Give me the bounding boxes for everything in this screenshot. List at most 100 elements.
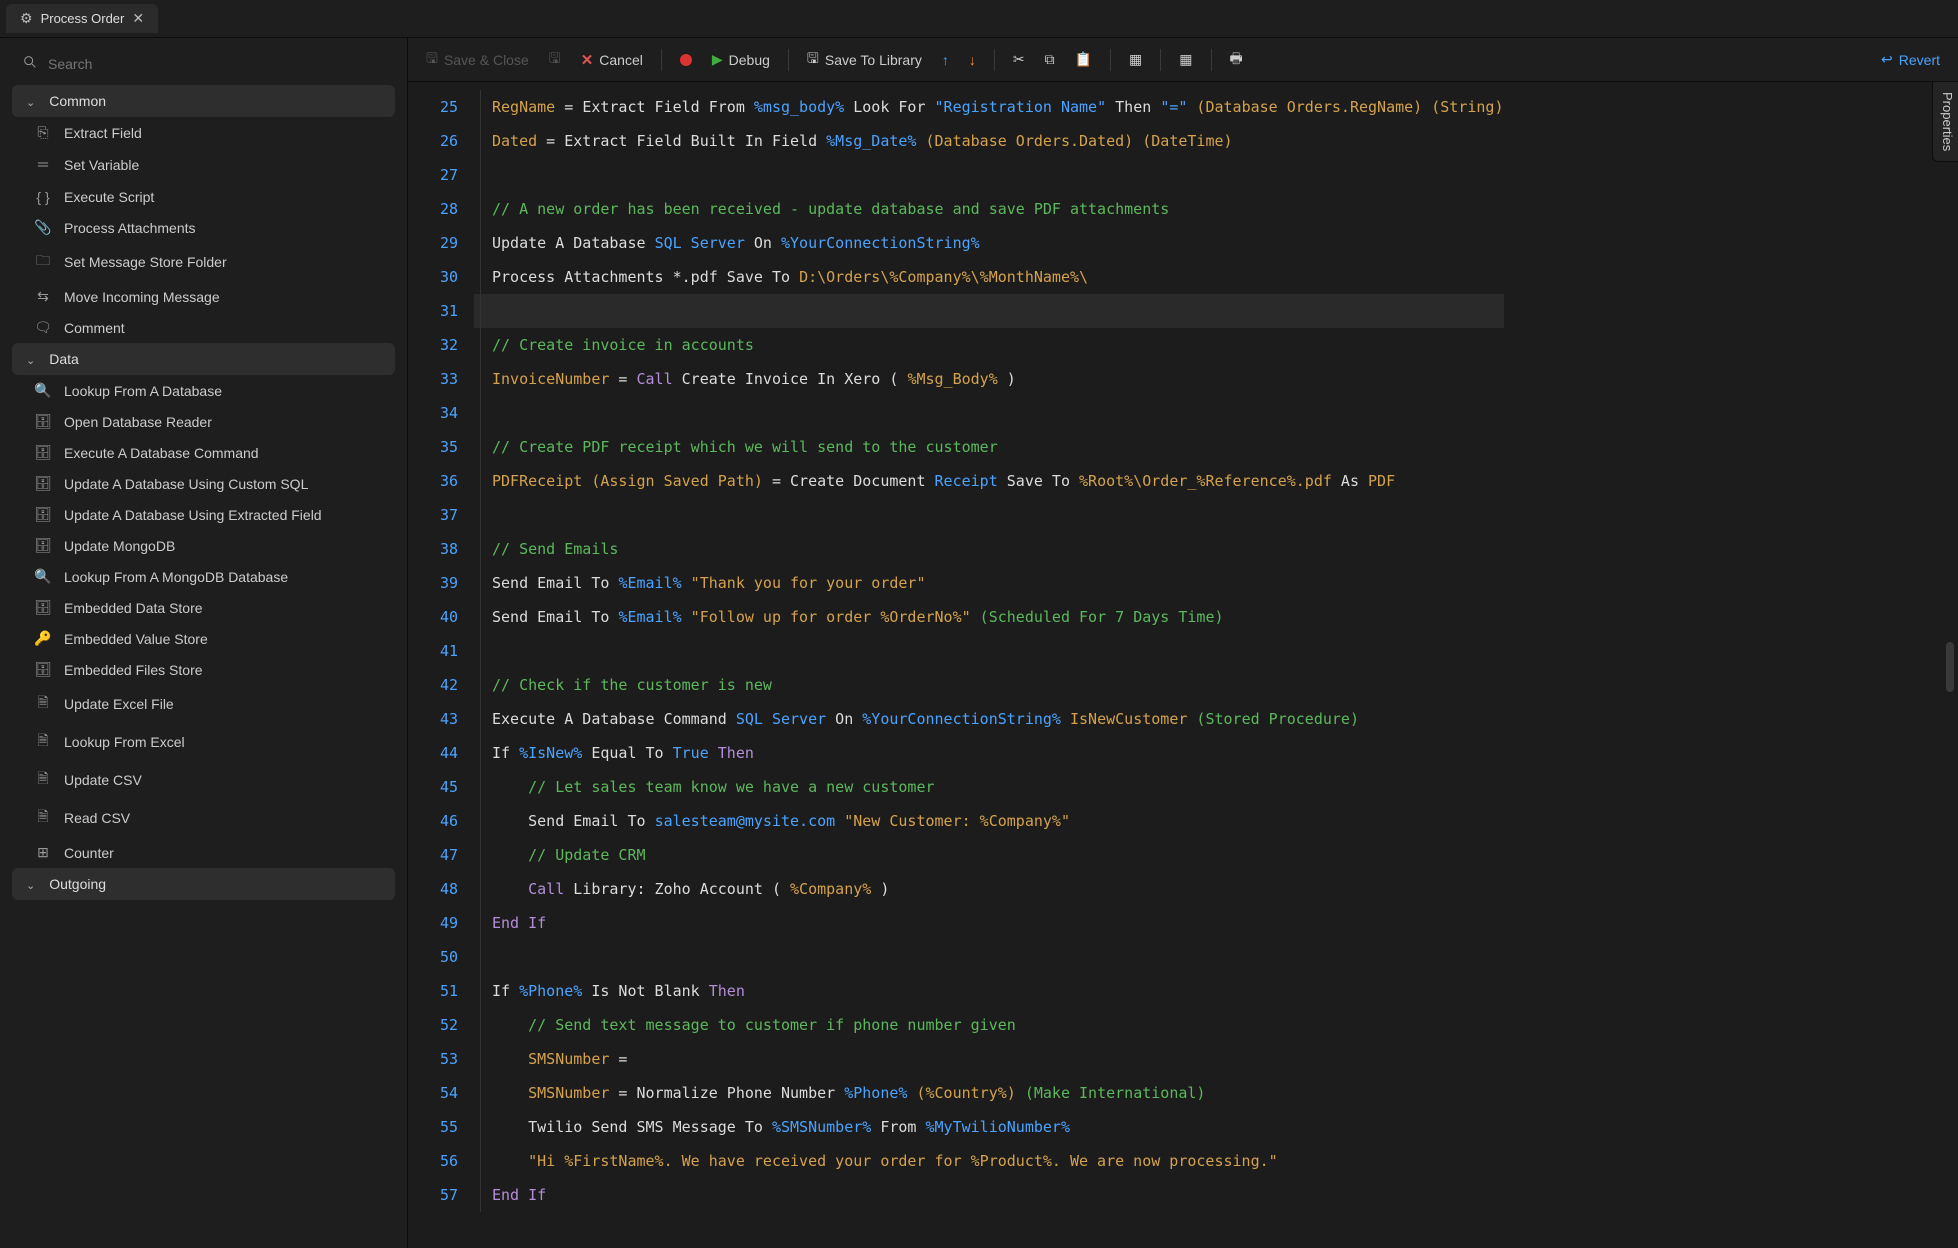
sidebar-item[interactable]: 🗄Execute A Database Command <box>12 437 395 468</box>
print-icon: 🖶 <box>1230 48 1243 72</box>
group-header-common[interactable]: ⌃ Common <box>12 85 395 117</box>
code-line[interactable]: Send Email To %Email% "Thank you for you… <box>474 566 1504 600</box>
code-line[interactable]: // Let sales team know we have a new cus… <box>474 770 1504 804</box>
move-up-button[interactable]: ↑ <box>934 48 957 72</box>
code-line[interactable]: If %IsNew% Equal To True Then <box>474 736 1504 770</box>
record-button[interactable] <box>672 50 700 70</box>
code-line[interactable]: Process Attachments *.pdf Save To D:\Ord… <box>474 260 1504 294</box>
code-line[interactable]: Execute A Database Command SQL Server On… <box>474 702 1504 736</box>
sidebar-item[interactable]: 🗎Update Excel File <box>12 685 395 723</box>
sidebar-item-label: Open Database Reader <box>64 414 212 430</box>
debug-button[interactable]: ▶ Debug <box>704 47 778 72</box>
group-label: Common <box>49 93 106 109</box>
code-line[interactable]: SMSNumber = <box>474 1042 1504 1076</box>
code-line[interactable] <box>474 498 1504 532</box>
scrollbar-thumb[interactable] <box>1946 642 1954 692</box>
sidebar-item[interactable]: 🗄Embedded Data Store <box>12 592 395 623</box>
sidebar-item[interactable]: 🗄Update MongoDB <box>12 530 395 561</box>
cancel-button[interactable]: ✕ Cancel <box>573 47 651 73</box>
sidebar-item-label: Embedded Data Store <box>64 600 203 616</box>
code-line[interactable]: Dated = Extract Field Built In Field %Ms… <box>474 124 1504 158</box>
search-icon: 🔍 <box>34 568 52 585</box>
close-icon[interactable]: ✕ <box>132 10 144 27</box>
sidebar-item-label: Update CSV <box>64 772 142 788</box>
code-line[interactable]: // Send Emails <box>474 532 1504 566</box>
sidebar-item[interactable]: ⎘Extract Field <box>12 117 395 148</box>
code-line[interactable]: // Update CRM <box>474 838 1504 872</box>
code-line[interactable]: If %Phone% Is Not Blank Then <box>474 974 1504 1008</box>
tool2-button[interactable]: ▦ <box>1171 47 1200 72</box>
sidebar-item-label: Update MongoDB <box>64 538 175 554</box>
sidebar-item[interactable]: 🗎Update CSV <box>12 761 395 799</box>
sidebar-item[interactable]: 🗄Embedded Files Store <box>12 654 395 685</box>
sidebar-item[interactable]: ⊞Counter <box>12 837 395 868</box>
sidebar-item[interactable]: 🔍Lookup From A Database <box>12 375 395 406</box>
save-close-button[interactable]: 🖫 Save & Close <box>418 44 537 76</box>
search-input[interactable] <box>48 56 385 72</box>
tab-process-order[interactable]: ⚙ Process Order ✕ <box>6 4 158 33</box>
sidebar-item-label: Update A Database Using Extracted Field <box>64 507 322 523</box>
code-line[interactable]: End If <box>474 906 1504 940</box>
code-line[interactable]: "Hi %FirstName%. We have received your o… <box>474 1144 1504 1178</box>
sidebar-item[interactable]: 📎Process Attachments <box>12 212 395 243</box>
code-line[interactable] <box>474 158 1504 192</box>
paperclip-icon: 📎 <box>34 219 52 236</box>
code-line[interactable]: // Create PDF receipt which we will send… <box>474 430 1504 464</box>
search-row[interactable] <box>12 48 395 79</box>
code-line[interactable]: PDFReceipt (Assign Saved Path) = Create … <box>474 464 1504 498</box>
paste-button[interactable]: 📋 <box>1067 47 1100 72</box>
code-editor[interactable]: 2526272829303132333435363738394041424344… <box>408 82 1958 1248</box>
code-line[interactable]: Send Email To salesteam@mysite.com "New … <box>474 804 1504 838</box>
code-lines[interactable]: RegName = Extract Field From %msg_body% … <box>470 82 1504 1248</box>
code-line[interactable]: Call Library: Zoho Account ( %Company% ) <box>474 872 1504 906</box>
code-line[interactable]: Update A Database SQL Server On %YourCon… <box>474 226 1504 260</box>
code-line[interactable]: // Check if the customer is new <box>474 668 1504 702</box>
save-library-button[interactable]: 🖫 Save To Library <box>799 44 930 76</box>
sidebar-item[interactable]: 🗎Lookup From Excel <box>12 723 395 761</box>
code-line[interactable]: End If <box>474 1178 1504 1212</box>
tool1-button[interactable]: ▦ <box>1121 47 1150 72</box>
clipboard-icon: 📋 <box>1075 51 1092 68</box>
code-line[interactable] <box>474 940 1504 974</box>
sidebar-item[interactable]: 🔍Lookup From A MongoDB Database <box>12 561 395 592</box>
group-header-outgoing[interactable]: ⌃Outgoing <box>12 868 395 900</box>
code-line[interactable] <box>474 634 1504 668</box>
database-icon: 🗄 <box>34 444 52 461</box>
sidebar-item[interactable]: ⇆Move Incoming Message <box>12 281 395 312</box>
cut-button[interactable]: ✂ <box>1005 47 1033 72</box>
code-line[interactable] <box>474 294 1504 328</box>
comment-icon: 🗨 <box>34 319 52 336</box>
group-header-data[interactable]: ⌃Data <box>12 343 395 375</box>
sidebar-item[interactable]: 🗄Update A Database Using Extracted Field <box>12 499 395 530</box>
sidebar-item[interactable]: 🗄Update A Database Using Custom SQL <box>12 468 395 499</box>
print-button[interactable]: 🖶 <box>1222 44 1251 76</box>
sidebar-item[interactable]: 🗀Set Message Store Folder <box>12 243 395 281</box>
sidebar-item[interactable]: { }Execute Script <box>12 182 395 212</box>
code-line[interactable]: RegName = Extract Field From %msg_body% … <box>474 90 1504 124</box>
move-down-button[interactable]: ↓ <box>961 48 984 72</box>
search-icon: 🔍 <box>34 382 52 399</box>
x-icon: ✕ <box>581 51 594 69</box>
sidebar-item[interactable]: 🗄Open Database Reader <box>12 406 395 437</box>
revert-button[interactable]: ↩ Revert <box>1873 47 1948 72</box>
code-line[interactable]: Twilio Send SMS Message To %SMSNumber% F… <box>474 1110 1504 1144</box>
copy-button[interactable]: ⧉ <box>1037 47 1063 72</box>
chevron-down-icon: ⌃ <box>26 95 35 108</box>
sidebar-item[interactable]: 🗨Comment <box>12 312 395 343</box>
folder-icon: 🗀 <box>34 250 52 274</box>
code-line[interactable] <box>474 396 1504 430</box>
code-line[interactable]: // A new order has been received - updat… <box>474 192 1504 226</box>
save-button[interactable]: 🖫 <box>541 44 569 76</box>
sidebar-item[interactable]: 🔑Embedded Value Store <box>12 623 395 654</box>
code-line[interactable]: InvoiceNumber = Call Create Invoice In X… <box>474 362 1504 396</box>
code-line[interactable]: // Send text message to customer if phon… <box>474 1008 1504 1042</box>
sidebar-item[interactable]: ＝Set Variable <box>12 148 395 182</box>
sidebar-item[interactable]: 🗎Read CSV <box>12 799 395 837</box>
revert-icon: ↩ <box>1881 51 1893 68</box>
code-line[interactable]: SMSNumber = Normalize Phone Number %Phon… <box>474 1076 1504 1110</box>
code-line[interactable]: Send Email To %Email% "Follow up for ord… <box>474 600 1504 634</box>
block-icon: ▦ <box>1129 51 1142 68</box>
properties-tab[interactable]: Properties <box>1932 82 1958 162</box>
code-line[interactable]: // Create invoice in accounts <box>474 328 1504 362</box>
file-icon: 🗎 <box>34 730 52 754</box>
